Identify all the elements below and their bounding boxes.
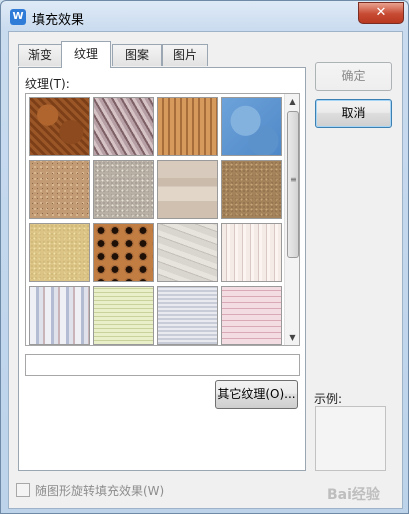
texture-label: 纹理(T): bbox=[25, 77, 70, 91]
cancel-button[interactable]: 取消 bbox=[315, 99, 392, 128]
texture-swatch-brown-leather[interactable] bbox=[28, 96, 91, 157]
watermark: Bai经验 bbox=[327, 487, 380, 503]
tab-gradient[interactable]: 渐变 bbox=[18, 44, 62, 66]
close-button[interactable]: ✕ bbox=[358, 2, 404, 24]
title-bar[interactable]: W 填充效果 ✕ bbox=[1, 1, 408, 31]
dialog-window: W 填充效果 ✕ 渐变 纹理 图案 图片 纹理(T): ▲ ≡ ▼ 其它纹理(O… bbox=[0, 0, 409, 514]
texture-swatch-yellow-sand[interactable] bbox=[28, 222, 91, 283]
texture-gallery: ▲ ≡ ▼ bbox=[25, 93, 300, 346]
tab-pattern[interactable]: 图案 bbox=[112, 44, 162, 66]
texture-swatch-blue-stripes[interactable] bbox=[28, 285, 91, 345]
grip-icon: ≡ bbox=[290, 175, 297, 184]
other-textures-button[interactable]: 其它纹理(O)... bbox=[215, 380, 298, 409]
window-title: 填充效果 bbox=[32, 13, 85, 28]
texture-tab-panel: 纹理(T): ▲ ≡ ▼ 其它纹理(O)... bbox=[18, 67, 306, 471]
rotate-with-shape-checkbox[interactable] bbox=[16, 483, 30, 497]
texture-swatch-beige-paper[interactable] bbox=[156, 159, 219, 220]
texture-swatch-newsprint-doodle[interactable] bbox=[156, 222, 219, 283]
tab-texture[interactable]: 纹理 bbox=[61, 41, 111, 68]
ok-button[interactable]: 确定 bbox=[315, 62, 392, 91]
texture-swatch-green-check[interactable] bbox=[92, 285, 155, 345]
preview-box bbox=[315, 406, 386, 471]
texture-swatch-gray-weave[interactable] bbox=[156, 285, 219, 345]
texture-swatch-woven-burlap[interactable] bbox=[156, 96, 219, 157]
texture-swatch-gray-granite[interactable] bbox=[92, 159, 155, 220]
scroll-up-arrow-icon[interactable]: ▲ bbox=[285, 94, 299, 109]
scroll-down-arrow-icon[interactable]: ▼ bbox=[285, 330, 299, 345]
dialog-body: 渐变 纹理 图案 图片 纹理(T): ▲ ≡ ▼ 其它纹理(O)... 确定 取… bbox=[8, 31, 403, 509]
texture-scrollbar[interactable]: ▲ ≡ ▼ bbox=[284, 94, 299, 345]
texture-swatch-leopard-fur[interactable] bbox=[92, 222, 155, 283]
texture-swatch-brown-cork[interactable] bbox=[220, 159, 283, 220]
preview-label: 示例: bbox=[314, 392, 343, 406]
texture-swatch-brown-sand[interactable] bbox=[28, 159, 91, 220]
tab-picture[interactable]: 图片 bbox=[162, 44, 208, 66]
wps-writer-icon: W bbox=[10, 9, 26, 25]
texture-swatch-white-stripes[interactable] bbox=[220, 222, 283, 283]
scroll-thumb[interactable]: ≡ bbox=[287, 111, 299, 258]
texture-swatch-blue-tissue[interactable] bbox=[220, 96, 283, 157]
texture-swatch-purple-fossil[interactable] bbox=[92, 96, 155, 157]
rotate-with-shape-label: 随图形旋转填充效果(W) bbox=[35, 484, 165, 498]
texture-name-field bbox=[25, 354, 300, 376]
texture-swatch-pink-check[interactable] bbox=[220, 285, 283, 345]
